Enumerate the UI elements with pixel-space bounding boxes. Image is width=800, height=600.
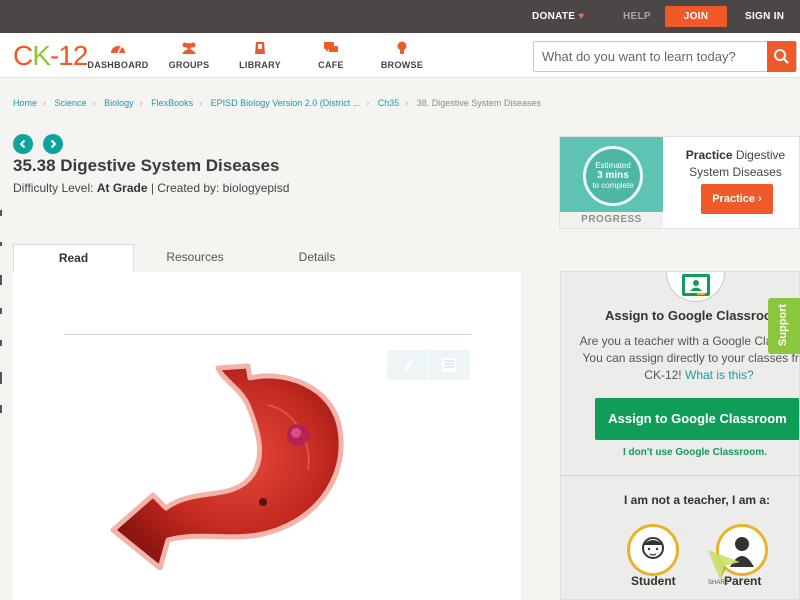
tab-read[interactable]: Read xyxy=(13,244,134,273)
highlight-button[interactable] xyxy=(387,350,428,380)
top-utility-bar: DONATE ♥ HELP JOIN SIGN IN xyxy=(0,0,800,33)
pencil-icon xyxy=(404,359,414,372)
practice-title-bold: Practice xyxy=(685,148,733,162)
heart-icon: ♥ xyxy=(578,11,585,22)
student-icon xyxy=(642,537,664,559)
chevron-right-icon xyxy=(50,139,57,149)
practice-title: Practice Digestive System Diseases xyxy=(670,147,800,181)
nav-dashboard-label: DASHBOARD xyxy=(87,60,149,70)
breadcrumb-chapter[interactable]: Ch35 xyxy=(378,98,400,108)
breadcrumb-current: 38. Digestive System Diseases xyxy=(416,98,541,108)
difficulty-value: At Grade xyxy=(96,181,148,195)
breadcrumb-book[interactable]: EPISD Biology Version 2.0 (District ... xyxy=(211,98,361,108)
search-icon xyxy=(774,49,789,64)
logo-c: C xyxy=(13,40,33,71)
sign-in-link[interactable]: SIGN IN xyxy=(745,0,784,33)
dashboard-icon xyxy=(111,46,125,54)
breadcrumb-separator: › xyxy=(92,98,96,108)
estimate-text: Estimated 3 mins to complete xyxy=(586,161,640,191)
logo-12: -12 xyxy=(49,40,88,71)
nav-browse[interactable]: BROWSE xyxy=(367,41,437,70)
breadcrumb-separator: › xyxy=(366,98,370,108)
breadcrumb-biology[interactable]: Biology xyxy=(104,98,134,108)
breadcrumb-separator: › xyxy=(405,98,409,108)
estimated-mins: 3 mins xyxy=(597,170,629,181)
google-classroom-title: Assign to Google Classroom xyxy=(605,308,784,323)
share-label: SHARE xyxy=(708,580,729,586)
search-input[interactable] xyxy=(534,42,766,71)
practice-button[interactable]: Practice › xyxy=(701,184,773,214)
groups-icon xyxy=(182,42,196,54)
tab-details[interactable]: Details xyxy=(256,244,378,273)
student-label: Student xyxy=(631,574,676,588)
breadcrumb-separator: › xyxy=(199,98,203,108)
progress-label: PROGRESS xyxy=(560,212,663,228)
breadcrumb-flexbooks[interactable]: FlexBooks xyxy=(151,98,193,108)
previous-button[interactable] xyxy=(13,134,33,154)
student-role-button[interactable] xyxy=(627,524,679,576)
nav-library-label: LIBRARY xyxy=(239,60,281,70)
nav-dashboard[interactable]: DASHBOARD xyxy=(83,41,153,70)
notes-button[interactable] xyxy=(429,350,470,380)
breadcrumb: Home › Science › Biology › FlexBooks › EPISD… xyxy=(13,98,541,108)
read-panel xyxy=(13,272,521,600)
chevron-left-icon xyxy=(19,139,26,149)
google-classroom-logo xyxy=(666,272,725,302)
practice-card: Estimated 3 mins to complete PROGRESS Pr… xyxy=(559,136,800,229)
support-label: Support xyxy=(777,303,790,347)
stomach-illustration xyxy=(110,363,344,570)
content-tabs: Read Resources Details xyxy=(13,244,521,273)
google-classroom-panel: Assign to Google Classroom Are you a tea… xyxy=(560,271,800,600)
tab-resources[interactable]: Resources xyxy=(134,244,256,273)
search-button[interactable] xyxy=(767,41,796,72)
to-complete-label: to complete xyxy=(592,181,634,190)
article-meta: Difficulty Level: At Grade | Created by:… xyxy=(13,181,289,195)
donate-link[interactable]: DONATE ♥ xyxy=(532,0,585,33)
donate-label: DONATE xyxy=(532,11,576,22)
what-is-this-link[interactable]: What is this? xyxy=(685,368,754,382)
created-by: | Created by: biologyepisd xyxy=(150,181,290,195)
next-button[interactable] xyxy=(43,134,63,154)
nav-browse-label: BROWSE xyxy=(380,60,424,70)
skip-google-classroom-link[interactable]: I don't use Google Classroom. xyxy=(623,447,767,458)
page-title: 35.38 Digestive System Diseases xyxy=(13,156,280,175)
nav-cafe-label: CAFE xyxy=(318,60,344,70)
breadcrumb-separator: › xyxy=(43,98,47,108)
search-box xyxy=(533,41,797,72)
ck12-logo[interactable]: CK-12 xyxy=(13,40,88,71)
practice-progress-graphic: Estimated 3 mins to complete PROGRESS xyxy=(560,137,663,228)
role-prompt: I am not a teacher, I am a: xyxy=(624,493,771,507)
assign-google-classroom-button[interactable]: Assign to Google Classroom xyxy=(595,398,799,440)
google-classroom-description: Are you a teacher with a Google Classroo… xyxy=(579,333,799,384)
nav-groups[interactable]: GROUPS xyxy=(154,41,224,70)
breadcrumb-science[interactable]: Science xyxy=(55,98,87,108)
support-tab[interactable]: Support xyxy=(768,298,800,354)
library-icon xyxy=(255,42,265,54)
content-divider xyxy=(64,334,471,335)
cafe-icon xyxy=(324,42,338,52)
estimate-ring: Estimated 3 mins to complete xyxy=(583,146,643,206)
nav-cafe[interactable]: CAFE xyxy=(296,41,366,70)
logo-k: K xyxy=(32,40,51,71)
join-button[interactable]: JOIN xyxy=(665,6,727,27)
practice-button-label: Practice xyxy=(712,193,756,205)
browse-icon xyxy=(397,41,407,54)
help-link[interactable]: HELP xyxy=(623,0,651,33)
difficulty-label: Difficulty Level: xyxy=(13,181,94,195)
main-header: CK-12 DASHBOARD GROUPS LIBRARY CAFE BROW… xyxy=(0,33,800,78)
nav-groups-label: GROUPS xyxy=(168,60,210,70)
breadcrumb-separator: › xyxy=(139,98,143,108)
chevron-right-icon: › xyxy=(758,193,762,205)
panel-divider xyxy=(561,475,799,476)
breadcrumb-home[interactable]: Home xyxy=(13,98,37,108)
notes-icon xyxy=(442,358,456,372)
left-edge-marks xyxy=(0,200,4,430)
annotation-toolbar xyxy=(387,350,470,380)
share-plane-icon[interactable] xyxy=(706,548,742,582)
google-classroom-icon xyxy=(682,274,710,296)
nav-library[interactable]: LIBRARY xyxy=(225,41,295,70)
